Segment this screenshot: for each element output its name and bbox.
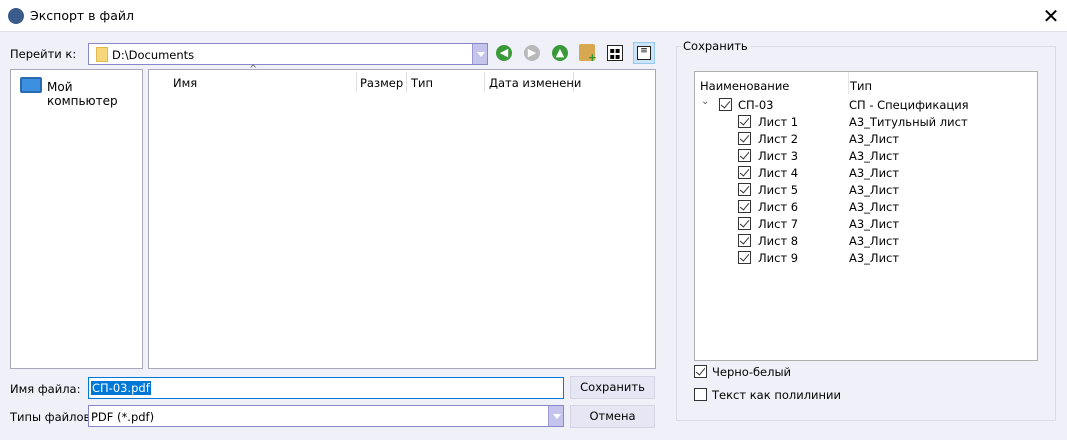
chevron-down-icon[interactable] bbox=[472, 44, 487, 64]
checkbox-root[interactable] bbox=[719, 98, 732, 111]
tree-item-type: СП - Спецификация bbox=[849, 98, 969, 112]
column-divider[interactable] bbox=[573, 72, 574, 92]
cancel-button[interactable]: Отмена bbox=[570, 405, 655, 428]
details-view-icon: ≡ bbox=[637, 46, 651, 60]
column-divider[interactable] bbox=[848, 72, 849, 94]
tree-item-type: А3_Лист bbox=[849, 183, 900, 197]
title-bar: Экспорт в файл ✕ bbox=[0, 0, 1067, 32]
checkbox-text-as-polylines[interactable] bbox=[694, 388, 707, 401]
tree-column-name: Наименование bbox=[700, 79, 790, 93]
tree-item-name: Лист 2 bbox=[758, 132, 799, 146]
column-name[interactable]: Имя bbox=[173, 76, 197, 90]
tree-row-sheet[interactable]: Лист 3 А3_Лист bbox=[695, 148, 1037, 165]
column-size[interactable]: Размер bbox=[360, 76, 403, 90]
path-combo[interactable]: D:\Documents bbox=[88, 43, 488, 65]
places-panel: Мой компьютер bbox=[10, 69, 143, 369]
path-value: D:\Documents bbox=[112, 48, 195, 62]
tree-item-type: А3_Лист bbox=[849, 149, 900, 163]
tree-item-name: Лист 1 bbox=[758, 115, 799, 129]
tree-item-name: Лист 9 bbox=[758, 251, 799, 265]
sort-ascending-icon: ^ bbox=[249, 64, 258, 75]
file-list[interactable]: ^ Имя Размер Тип Дата изменени bbox=[148, 64, 656, 369]
filename-input[interactable]: СП-03.pdf bbox=[88, 377, 564, 399]
tree-row-sheet[interactable]: Лист 9 А3_Лист bbox=[695, 250, 1037, 267]
chevron-down-icon[interactable] bbox=[548, 406, 563, 426]
tree-row-sheet[interactable]: Лист 8 А3_Лист bbox=[695, 233, 1037, 250]
up-icon[interactable]: ▲ bbox=[552, 45, 568, 61]
close-icon[interactable]: ✕ bbox=[1040, 4, 1062, 28]
checkbox-sheet[interactable] bbox=[738, 251, 751, 264]
details-view-button[interactable]: ≡ bbox=[633, 42, 655, 64]
checkbox-sheet[interactable] bbox=[738, 132, 751, 145]
filetype-value: PDF (*.pdf) bbox=[91, 410, 155, 424]
tree-item-name: Лист 3 bbox=[758, 149, 799, 163]
checkbox-black-white[interactable] bbox=[694, 365, 707, 378]
sheet-tree[interactable]: Наименование Тип ⌄ СП-03 СП - Спецификац… bbox=[694, 71, 1038, 361]
option-black-white-label[interactable]: Черно-белый bbox=[712, 365, 791, 379]
tree-item-type: А3_Лист bbox=[849, 132, 900, 146]
filename-label: Имя файла: bbox=[10, 382, 81, 396]
tree-item-name: Лист 6 bbox=[758, 200, 799, 214]
filename-value: СП-03.pdf bbox=[91, 381, 151, 395]
checkbox-sheet[interactable] bbox=[738, 166, 751, 179]
tree-item-type: А3_Титульный лист bbox=[849, 115, 968, 129]
column-divider[interactable] bbox=[356, 72, 357, 92]
goto-label: Перейти к: bbox=[10, 47, 77, 61]
column-date[interactable]: Дата изменени bbox=[489, 76, 581, 90]
checkbox-sheet[interactable] bbox=[738, 234, 751, 247]
window-title: Экспорт в файл bbox=[30, 8, 134, 23]
chevron-down-icon[interactable]: ⌄ bbox=[701, 96, 709, 107]
tree-item-type: А3_Лист bbox=[849, 217, 900, 231]
tree-row-root[interactable]: ⌄ СП-03 СП - Спецификация bbox=[695, 96, 1037, 114]
tree-row-sheet[interactable]: Лист 6 А3_Лист bbox=[695, 199, 1037, 216]
checkbox-sheet[interactable] bbox=[738, 183, 751, 196]
tree-item-name: Лист 5 bbox=[758, 183, 799, 197]
computer-icon bbox=[20, 77, 42, 93]
filetype-select[interactable]: PDF (*.pdf) bbox=[88, 405, 564, 427]
icons-view-icon[interactable]: ▪▪ ▪▪ bbox=[607, 45, 623, 61]
save-group-title: Сохранить bbox=[681, 39, 750, 53]
option-text-polylines-label[interactable]: Текст как полилинии bbox=[712, 388, 841, 402]
tree-row-sheet[interactable]: Лист 7 А3_Лист bbox=[695, 216, 1037, 233]
tree-row-sheet[interactable]: Лист 4 А3_Лист bbox=[695, 165, 1037, 182]
checkbox-sheet[interactable] bbox=[738, 149, 751, 162]
tree-item-type: А3_Лист bbox=[849, 234, 900, 248]
tree-item-type: А3_Лист bbox=[849, 200, 900, 214]
place-my-computer[interactable]: Мой компьютер bbox=[47, 80, 142, 108]
checkbox-sheet[interactable] bbox=[738, 217, 751, 230]
forward-icon[interactable]: ▶ bbox=[524, 45, 540, 61]
tree-item-name: Лист 7 bbox=[758, 217, 799, 231]
app-logo-icon bbox=[8, 8, 24, 24]
filetype-label: Типы файлов: bbox=[10, 410, 95, 424]
tree-item-name: Лист 4 bbox=[758, 166, 799, 180]
column-divider[interactable] bbox=[406, 72, 407, 92]
column-divider[interactable] bbox=[484, 72, 485, 92]
tree-item-type: А3_Лист bbox=[849, 251, 900, 265]
tree-row-sheet[interactable]: Лист 5 А3_Лист bbox=[695, 182, 1037, 199]
back-icon[interactable]: ◀ bbox=[496, 45, 512, 61]
save-button[interactable]: Сохранить bbox=[570, 376, 655, 399]
folder-icon bbox=[96, 47, 108, 62]
column-type[interactable]: Тип bbox=[411, 76, 433, 90]
checkbox-sheet[interactable] bbox=[738, 200, 751, 213]
tree-row-sheet[interactable]: Лист 2 А3_Лист bbox=[695, 131, 1037, 148]
tree-item-name: СП-03 bbox=[738, 98, 774, 112]
tree-column-type: Тип bbox=[850, 79, 873, 93]
checkbox-sheet[interactable] bbox=[738, 115, 751, 128]
tree-item-type: А3_Лист bbox=[849, 166, 900, 180]
tree-row-sheet[interactable]: Лист 1 А3_Титульный лист bbox=[695, 114, 1037, 131]
new-folder-icon[interactable]: + bbox=[579, 44, 597, 64]
tree-item-name: Лист 8 bbox=[758, 234, 799, 248]
